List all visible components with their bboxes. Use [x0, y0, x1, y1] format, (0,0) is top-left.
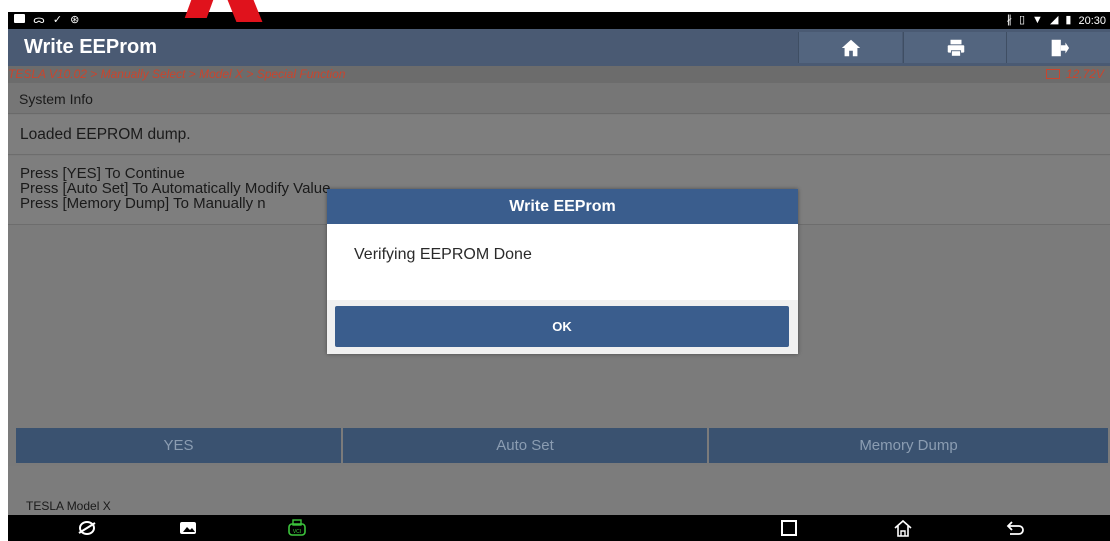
battery-icon: ▮ — [1065, 14, 1072, 26]
dialog-body: Verifying EEPROM Done — [327, 224, 798, 300]
dialog-title: Write EEProm — [327, 189, 798, 224]
auto-set-button[interactable]: Auto Set — [343, 428, 707, 463]
vibrate-icon: ▯ — [1018, 14, 1026, 26]
home-icon — [841, 39, 860, 56]
android-nav-bar: VCI — [8, 515, 1110, 541]
voltage-indicator: 12.72V — [1045, 67, 1104, 81]
exit-icon — [1051, 39, 1069, 56]
dialog-footer: OK — [327, 300, 798, 354]
message-row: Loaded EEPROM dump. — [8, 115, 1110, 155]
system-info-header: System Info — [8, 83, 1110, 114]
screenshot-frame: ᯅ ✓ ⊛ ∦ ▯ ▼ ◢ ▮ 20:30 Write EEProm TESLA… — [0, 0, 1110, 541]
footer: TESLA Model X — [8, 466, 1110, 515]
instruction-line: Press [YES] To Continue — [20, 165, 185, 182]
home-button[interactable] — [798, 32, 902, 63]
vci-icon[interactable]: VCI — [284, 518, 310, 538]
yes-button[interactable]: YES — [16, 428, 341, 463]
voltage-value: 12.72V — [1065, 67, 1104, 81]
print-button[interactable] — [903, 32, 1007, 63]
dialog-message: Verifying EEPROM Done — [354, 246, 532, 263]
image-notification-icon — [14, 13, 25, 28]
system-info-label: System Info — [19, 91, 93, 107]
loaded-message: Loaded EEPROM dump. — [20, 126, 191, 143]
home-nav-icon[interactable] — [890, 518, 916, 538]
car-battery-icon — [1045, 69, 1060, 79]
breadcrumb: TESLA V10.02 > Manually Select > Model X… — [8, 66, 1110, 83]
action-button-bar: YES Auto Set Memory Dump — [16, 428, 1108, 463]
recent-apps-icon[interactable] — [776, 518, 802, 538]
memory-dump-button[interactable]: Memory Dump — [709, 428, 1108, 463]
signal-icon: ◢ — [1049, 14, 1059, 26]
gallery-icon[interactable] — [175, 518, 201, 538]
status-time: 20:30 — [1078, 14, 1106, 27]
breadcrumb-path: TESLA V10.02 > Manually Select > Model X… — [8, 67, 346, 81]
vehicle-label: TESLA Model X — [26, 499, 111, 513]
check-icon: ✓ — [52, 14, 63, 26]
write-eeprom-dialog: Write EEProm Verifying EEPROM Done OK — [327, 189, 798, 354]
back-icon[interactable] — [1002, 518, 1028, 538]
title-bar: Write EEProm — [8, 29, 1110, 66]
instruction-line: Press [Memory Dump] To Manually n — [20, 195, 266, 212]
print-icon — [947, 39, 964, 57]
status-bar: ᯅ ✓ ⊛ ∦ ▯ ▼ ◢ ▮ 20:30 — [8, 12, 1110, 29]
tablet-screen: ᯅ ✓ ⊛ ∦ ▯ ▼ ◢ ▮ 20:30 Write EEProm TESLA… — [8, 12, 1110, 541]
voicemail-icon: ᯅ — [33, 14, 45, 26]
page-title: Write EEProm — [24, 36, 157, 58]
bug-icon: ⊛ — [70, 14, 80, 26]
exit-button[interactable] — [1006, 32, 1110, 63]
svg-text:VCI: VCI — [293, 529, 301, 535]
browser-icon[interactable] — [74, 518, 100, 538]
ok-button[interactable]: OK — [335, 306, 789, 347]
wifi-icon: ▼ — [1032, 14, 1043, 26]
instruction-line: Press [Auto Set] To Automatically Modify… — [20, 180, 331, 197]
bluetooth-icon: ∦ — [1006, 14, 1012, 26]
